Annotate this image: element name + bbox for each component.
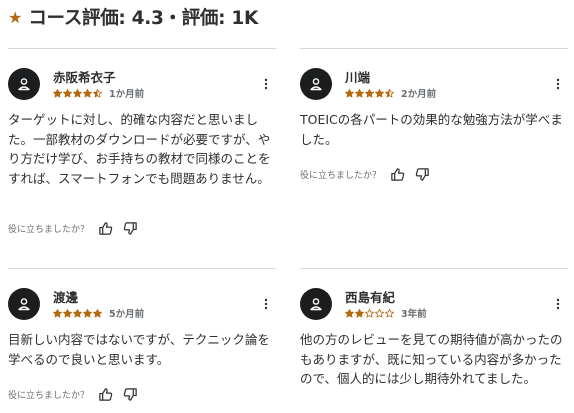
reviewer-name: 西島有紀: [345, 290, 396, 305]
thumbs-down-icon[interactable]: [122, 220, 138, 236]
more-options-icon[interactable]: [552, 75, 564, 93]
star-icon: [93, 308, 102, 317]
star-icon: [385, 308, 394, 317]
course-rating-title: コース評価: 4.3・評価: 1K: [28, 8, 258, 29]
star-icon: [375, 308, 384, 317]
helpful-row: 役に立ちましたか？: [8, 220, 147, 236]
divider: [300, 268, 568, 269]
star-icon: [385, 88, 394, 97]
user-icon: [18, 298, 30, 311]
star-icon: [93, 88, 102, 97]
helpful-question: 役に立ちましたか？: [8, 224, 90, 235]
thumbs-up-icon[interactable]: [97, 220, 113, 236]
review-text: 他の方のレビューを見ての期待値が高かったのもありますが、既に知っている内容が多か…: [300, 332, 563, 386]
helpful-row: 役に立ちましたか？: [300, 166, 439, 182]
divider: [8, 268, 276, 269]
star-rating: [345, 308, 395, 318]
star-icon: [365, 88, 374, 97]
star-icon: [365, 308, 374, 317]
user-icon: [18, 78, 30, 91]
user-icon: [310, 78, 322, 91]
star-icon: [53, 88, 62, 97]
star-icon: [83, 308, 92, 317]
thumbs-down-icon[interactable]: [414, 166, 430, 182]
thumbs-down-icon[interactable]: [122, 386, 138, 402]
more-options-icon[interactable]: [260, 75, 272, 93]
star-icon: [345, 308, 354, 317]
star-icon: [345, 88, 354, 97]
thumbs-up-icon[interactable]: [97, 386, 113, 402]
divider: [300, 48, 568, 49]
helpful-row: 役に立ちましたか？: [8, 386, 147, 402]
review-meta: 5か月前: [53, 306, 144, 320]
star-rating: [53, 308, 103, 318]
star-icon: ★: [8, 7, 23, 27]
review-time: 1か月前: [109, 89, 145, 100]
more-options-icon[interactable]: [552, 295, 564, 313]
star-rating: [53, 88, 103, 98]
star-icon: [355, 308, 364, 317]
star-rating: [345, 88, 395, 98]
review-card: 渡邊 5か月前 目新しい内容ではないですが、テクニック論を学べるので良いと思いま…: [8, 268, 276, 413]
star-icon: [73, 308, 82, 317]
divider: [8, 48, 276, 49]
star-icon: [83, 88, 92, 97]
star-icon: [63, 308, 72, 317]
avatar: [300, 288, 332, 320]
review-time: 5か月前: [109, 309, 145, 320]
avatar: [8, 68, 40, 100]
course-rating-header: ★ コース評価: 4.3・評価: 1K: [8, 4, 258, 30]
review-text: TOEICの各パートの効果的な勉強方法が学べました。: [300, 112, 563, 147]
star-icon: [53, 308, 62, 317]
avatar: [300, 68, 332, 100]
review-meta: 1か月前: [53, 86, 144, 100]
reviewer-name: 赤阪希衣子: [53, 70, 116, 85]
helpful-question: 役に立ちましたか？: [8, 390, 90, 401]
review-time: 3年前: [401, 309, 427, 320]
star-icon: [73, 88, 82, 97]
helpful-question: 役に立ちましたか？: [300, 170, 382, 181]
review-text: 目新しい内容ではないですが、テクニック論を学べるので良いと思います。: [8, 332, 270, 367]
reviewer-name: 渡邊: [53, 290, 79, 305]
more-options-icon[interactable]: [260, 295, 272, 313]
review-meta: 3年前: [345, 306, 427, 320]
star-icon: [63, 88, 72, 97]
reviewer-name: 川端: [345, 70, 371, 85]
review-card: 西島有紀 3年前 他の方のレビューを見ての期待値が高かったのもありますが、既に知…: [300, 268, 568, 413]
review-card: 赤阪希衣子 1か月前 ターゲットに対し、的確な内容だと思いました。一部教材のダウ…: [8, 48, 276, 243]
star-icon: [375, 88, 384, 97]
user-icon: [310, 298, 322, 311]
review-time: 2か月前: [401, 89, 437, 100]
star-icon: [355, 88, 364, 97]
review-card: 川端 2か月前 TOEICの各パートの効果的な勉強方法が学べました。 役に立ちま…: [300, 48, 568, 243]
review-meta: 2か月前: [345, 86, 436, 100]
review-text: ターゲットに対し、的確な内容だと思いました。一部教材のダウンロードが必要ですが、…: [8, 112, 271, 186]
avatar: [8, 288, 40, 320]
thumbs-up-icon[interactable]: [389, 166, 405, 182]
